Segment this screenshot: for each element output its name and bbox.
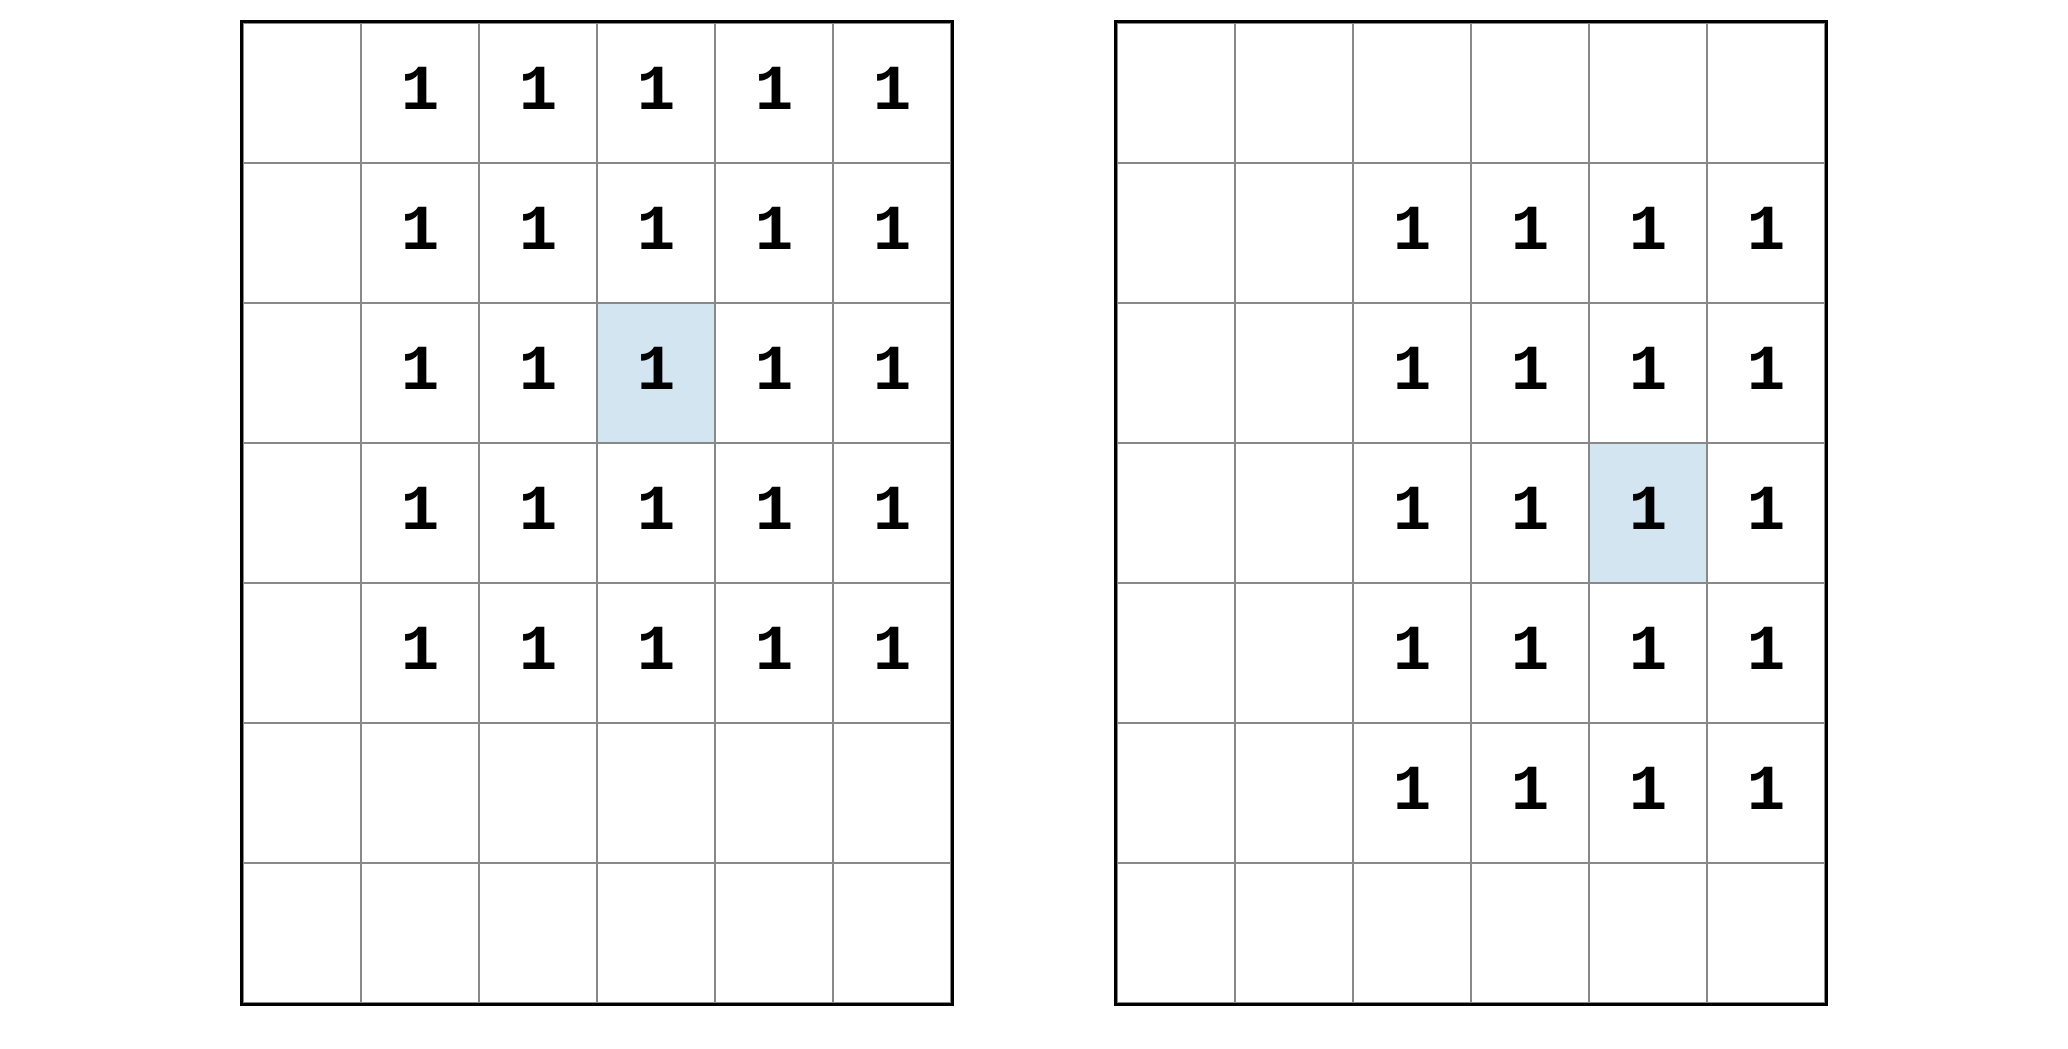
grid-cell xyxy=(1117,303,1235,443)
grid-cell: 1 xyxy=(597,23,715,163)
grid-cell xyxy=(597,723,715,863)
grid-cell xyxy=(1117,23,1235,163)
grid-cell xyxy=(1117,863,1235,1003)
grid-cell: 1 xyxy=(1707,303,1825,443)
grid-cell xyxy=(1471,863,1589,1003)
grid-cell: 1 xyxy=(1471,583,1589,723)
grid-cell: 1 xyxy=(361,303,479,443)
grid-cell: 1 xyxy=(479,163,597,303)
grid-cell xyxy=(243,863,361,1003)
grid-cell: 1 xyxy=(479,23,597,163)
grid-cell: 1 xyxy=(361,443,479,583)
grid-cell xyxy=(243,583,361,723)
grid-cell: 1 xyxy=(833,163,951,303)
grid-cell xyxy=(1117,443,1235,583)
grid-cell xyxy=(243,723,361,863)
grid-cell xyxy=(715,723,833,863)
grid-cell xyxy=(243,303,361,443)
grid-cell xyxy=(1589,863,1707,1003)
grid-cell: 1 xyxy=(833,583,951,723)
grid-cell xyxy=(361,723,479,863)
grid-right: 11111111111111111111 xyxy=(1114,20,1828,1006)
grid-cell xyxy=(1117,723,1235,863)
grid-cell: 1 xyxy=(1353,723,1471,863)
grid-cell: 1 xyxy=(833,23,951,163)
grid-cell: 1 xyxy=(1353,163,1471,303)
grid-cell xyxy=(833,723,951,863)
grid-cell: 1 xyxy=(1707,443,1825,583)
grid-cell xyxy=(479,723,597,863)
grid-cell: 1 xyxy=(715,443,833,583)
grid-cell: 1 xyxy=(1589,583,1707,723)
grid-cell xyxy=(1117,163,1235,303)
grid-cell: 1 xyxy=(715,163,833,303)
grid-cell: 1 xyxy=(361,163,479,303)
grid-cell xyxy=(361,863,479,1003)
grid-cell xyxy=(243,23,361,163)
grid-cell: 1 xyxy=(715,23,833,163)
grid-cell: 1 xyxy=(1471,723,1589,863)
grid-cell xyxy=(715,863,833,1003)
grid-cell: 1 xyxy=(1353,443,1471,583)
grid-cell xyxy=(1589,23,1707,163)
grid-cell: 1 xyxy=(479,303,597,443)
grid-cell: 1 xyxy=(597,303,715,443)
grid-cell: 1 xyxy=(1589,443,1707,583)
grid-cell: 1 xyxy=(1471,303,1589,443)
grid-cell xyxy=(1353,23,1471,163)
grid-cell: 1 xyxy=(597,443,715,583)
grid-cell: 1 xyxy=(1707,583,1825,723)
grid-cell: 1 xyxy=(715,583,833,723)
grid-cell xyxy=(1117,583,1235,723)
grid-cell: 1 xyxy=(833,303,951,443)
grid-cell: 1 xyxy=(1707,163,1825,303)
grid-cell xyxy=(1235,303,1353,443)
grid-cell: 1 xyxy=(1589,723,1707,863)
grid-cell: 1 xyxy=(715,303,833,443)
grid-cell xyxy=(1707,863,1825,1003)
grid-cell xyxy=(1235,863,1353,1003)
grid-cell: 1 xyxy=(361,23,479,163)
grid-cell xyxy=(1235,583,1353,723)
grid-cell xyxy=(1353,863,1471,1003)
grid-cell xyxy=(243,163,361,303)
grid-cell xyxy=(479,863,597,1003)
grid-cell: 1 xyxy=(1707,723,1825,863)
grid-cell xyxy=(243,443,361,583)
grid-cell: 1 xyxy=(597,163,715,303)
grid-cell xyxy=(1235,163,1353,303)
grid-cell: 1 xyxy=(479,443,597,583)
grid-cell xyxy=(597,863,715,1003)
grid-cell: 1 xyxy=(833,443,951,583)
grid-cell: 1 xyxy=(479,583,597,723)
grid-left: 1111111111111111111111111 xyxy=(240,20,954,1006)
grid-cell: 1 xyxy=(597,583,715,723)
grid-cell: 1 xyxy=(1471,443,1589,583)
grid-cell: 1 xyxy=(1589,163,1707,303)
grid-cell: 1 xyxy=(1471,163,1589,303)
grid-cell: 1 xyxy=(361,583,479,723)
grid-cell xyxy=(1235,443,1353,583)
grid-cell xyxy=(1471,23,1589,163)
grid-cell xyxy=(1707,23,1825,163)
grid-cell: 1 xyxy=(1353,303,1471,443)
grid-cell xyxy=(1235,723,1353,863)
grid-cell: 1 xyxy=(1589,303,1707,443)
grid-cell xyxy=(833,863,951,1003)
grid-cell: 1 xyxy=(1353,583,1471,723)
grid-cell xyxy=(1235,23,1353,163)
